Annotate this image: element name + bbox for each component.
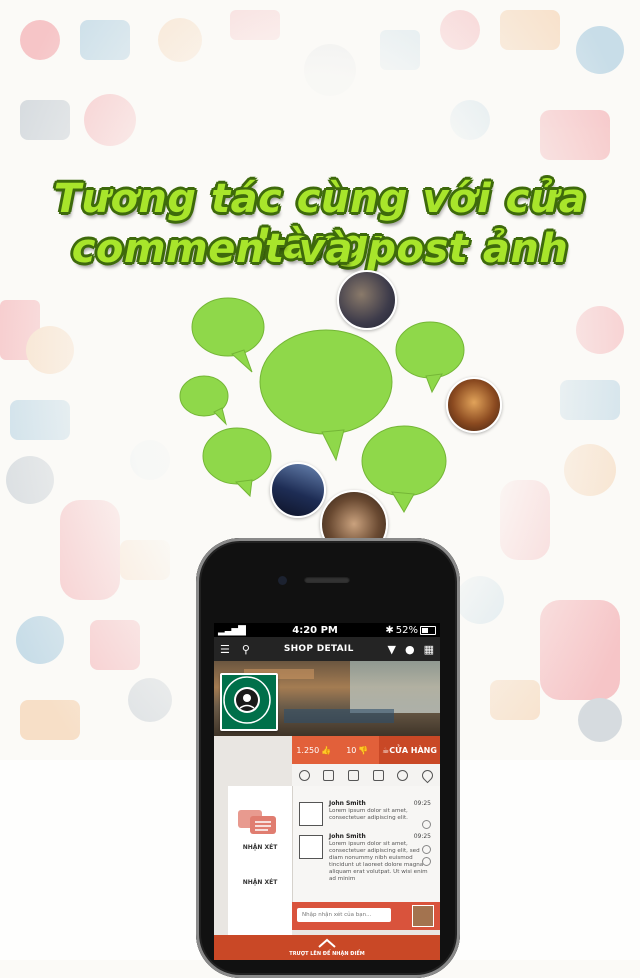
thumbs-up-icon: 👍 xyxy=(321,745,332,755)
comment-input[interactable]: Nhập nhận xét của bạn... xyxy=(297,908,391,922)
grid-icon[interactable]: ▦ xyxy=(424,644,434,655)
speech-bubble-large-center xyxy=(259,329,393,435)
location-icon[interactable] xyxy=(419,767,436,783)
chevron-up-icon xyxy=(318,938,336,948)
sidebar-item-comments-active[interactable]: NHẬN XÉT xyxy=(228,844,292,851)
swipe-up-label: TRƯỢT LÊN ĐỂ NHẬN ĐIỂM xyxy=(289,951,365,957)
comment-time: 09:25 xyxy=(413,833,431,840)
menu-icon[interactable]: ☰ xyxy=(220,644,230,655)
earpiece-speaker xyxy=(304,576,350,583)
avatar xyxy=(299,802,323,826)
comment-composer: Nhập nhận xét của bạn... xyxy=(292,902,440,930)
comment-text: Lorem ipsum dolor sit amet, consectetuer… xyxy=(329,808,408,821)
search-icon[interactable]: ⚲ xyxy=(242,644,250,655)
like-count[interactable]: 1.250 👍 xyxy=(292,746,336,755)
store-tab-bar xyxy=(292,764,440,787)
speech-bubble-bottom-right xyxy=(361,425,447,497)
battery-percent: 52% xyxy=(395,624,418,636)
user-icon[interactable]: ● xyxy=(405,644,415,655)
battery-icon xyxy=(420,625,436,635)
sidebar: NHẬN XÉT NHẬN XÉT xyxy=(228,786,292,936)
bluetooth-icon: ✱ xyxy=(385,624,394,636)
comment-author: John Smith xyxy=(329,833,366,840)
speech-bubble-bottom-left xyxy=(202,427,272,485)
phone-screen: ▂▃▅▇ 4:20 PM ✱ 52% ☰ ⚲ SHOP DETAIL ▼ ● ▦ xyxy=(214,623,440,960)
comment-list: John Smith 09:25 Lorem ipsum dolor sit a… xyxy=(292,786,440,902)
signal-icon: ▂▃▅▇ xyxy=(218,624,246,636)
store-stats-bar: 1.250 👍 10 👎 ☕ CỬA HÀNG xyxy=(292,736,440,764)
speech-bubble-right xyxy=(395,321,465,379)
comment-text: Lorem ipsum dolor sit amet, consectetuer… xyxy=(329,841,428,882)
filter-icon[interactable]: ▼ xyxy=(388,644,396,655)
document-icon[interactable] xyxy=(372,769,384,781)
comments-icon xyxy=(238,810,276,834)
camera-icon[interactable] xyxy=(348,769,360,781)
store-icon: ☕ xyxy=(382,745,390,755)
comment-item[interactable]: John Smith 09:25 Lorem ipsum dolor sit a… xyxy=(299,833,435,895)
comment-icon[interactable] xyxy=(397,769,409,781)
eye-icon[interactable] xyxy=(422,820,431,829)
photo-circle-cafe-interior xyxy=(446,377,502,433)
sidebar-item-comments[interactable]: NHẬN XÉT xyxy=(228,879,292,886)
comment-time: 09:25 xyxy=(413,800,431,807)
list-icon[interactable] xyxy=(323,769,335,781)
battery-indicator: ✱ 52% xyxy=(385,625,436,636)
dislike-count[interactable]: 10 👎 xyxy=(336,746,380,755)
swipe-up-bar[interactable]: TRƯỢT LÊN ĐỂ NHẬN ĐIỂM xyxy=(214,935,440,960)
page-title: SHOP DETAIL xyxy=(283,644,354,654)
speech-bubble-small-top-left xyxy=(191,297,265,357)
navigation-bar: ☰ ⚲ SHOP DETAIL ▼ ● ▦ xyxy=(214,637,440,661)
store-logo[interactable] xyxy=(220,673,278,731)
comment-author: John Smith xyxy=(329,800,366,807)
thumbs-down-icon: 👎 xyxy=(358,745,369,755)
avatar xyxy=(299,835,323,859)
eye-icon[interactable] xyxy=(422,845,431,854)
photo-circle-night-sky xyxy=(270,462,326,518)
user-avatar xyxy=(412,905,434,927)
info-icon[interactable] xyxy=(298,769,310,781)
store-button[interactable]: ☕ CỬA HÀNG xyxy=(379,736,440,764)
status-time: 4:20 PM xyxy=(292,624,338,636)
location-pin-icon[interactable] xyxy=(422,857,431,866)
status-bar: ▂▃▅▇ 4:20 PM ✱ 52% xyxy=(214,623,440,637)
photo-circle-bookshelf xyxy=(337,270,397,330)
front-camera xyxy=(278,576,287,585)
